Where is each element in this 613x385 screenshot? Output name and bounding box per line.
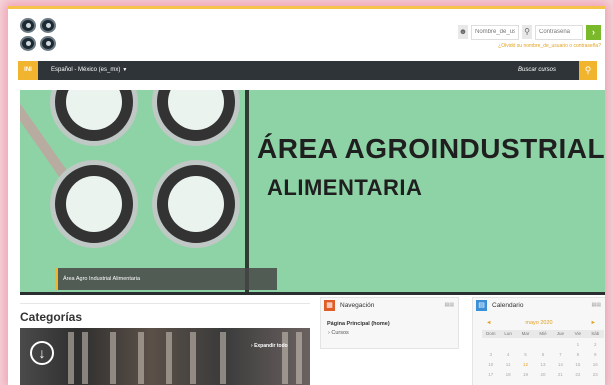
- calendar-day[interactable]: 19: [517, 371, 534, 379]
- banner-divider: [245, 90, 249, 292]
- calendar-day: [552, 341, 569, 349]
- calendar-day: [517, 341, 534, 349]
- calendar-day[interactable]: 7: [552, 351, 569, 359]
- calendar-block-header: ▤ Calendario ▤▤: [473, 298, 605, 313]
- magnifier-icon[interactable]: ⚲: [579, 61, 597, 80]
- calendar-day[interactable]: 5: [517, 351, 534, 359]
- login-submit-button[interactable]: ›: [586, 24, 601, 40]
- calendar-day[interactable]: 10: [482, 361, 499, 369]
- language-selector[interactable]: Español - México (es_mx) ▼: [51, 61, 127, 80]
- person-icon: ☻: [458, 25, 468, 39]
- calendar-day[interactable]: 17: [482, 371, 499, 379]
- password-input[interactable]: [535, 24, 583, 40]
- calendar-day[interactable]: 16: [587, 361, 604, 369]
- calendar-day: [482, 341, 499, 349]
- calendar-month-label: mayo 2020: [525, 320, 553, 326]
- page-frame: ☻ ⚲ › ¿Olvidó su nombre_de_usuario o con…: [8, 6, 605, 385]
- divider: [20, 303, 310, 304]
- calendar-day[interactable]: 8: [569, 351, 586, 359]
- logo-seal: [40, 36, 56, 51]
- sitemap-icon: ▦: [324, 300, 335, 311]
- banner-title: ÁREA AGROINDUSTRIAL: [257, 133, 605, 164]
- expand-all-label: Expandir todo: [254, 343, 288, 349]
- expand-all-link[interactable]: › Expandir todo: [251, 343, 288, 349]
- emblem-tree-seal: [152, 90, 240, 146]
- calendar-day: [499, 341, 516, 349]
- banner-bottom-bar: [20, 292, 605, 295]
- banner-caption[interactable]: Área Agro Industrial Alimentaria: [55, 268, 277, 290]
- calendar-block-title: Calendario: [492, 302, 524, 309]
- calendar-day[interactable]: 3: [482, 351, 499, 359]
- calendar-day[interactable]: 2: [587, 341, 604, 349]
- calendar-day[interactable]: 15: [569, 361, 586, 369]
- courses-label: Cursos: [331, 330, 349, 336]
- forgot-password-link[interactable]: ¿Olvidó su nombre_de_usuario o contraseñ…: [498, 43, 601, 49]
- calendar-weekday: Sáb: [591, 331, 600, 336]
- calendar-day[interactable]: 9: [587, 351, 604, 359]
- arrow-down-circle-icon[interactable]: ↓: [30, 341, 54, 365]
- calendar-next-button[interactable]: ►: [591, 320, 596, 326]
- calendar-weekday: Dom: [485, 331, 496, 336]
- top-accent-stripe: [8, 6, 605, 9]
- logo-seal: [20, 36, 36, 51]
- calendar-weekday: Vie: [574, 331, 582, 336]
- categories-image: ↓: [20, 328, 310, 385]
- calendar-day[interactable]: 13: [534, 361, 551, 369]
- calendar-weekday: Lun: [504, 331, 512, 336]
- logo-seal: [40, 18, 56, 33]
- key-icon: ⚲: [522, 25, 532, 39]
- calendar-day[interactable]: 1: [569, 341, 586, 349]
- calendar-day[interactable]: 23: [587, 371, 604, 379]
- navigation-block-title: Navegación: [340, 302, 375, 309]
- username-input[interactable]: [471, 24, 519, 40]
- calendar-day[interactable]: 21: [552, 371, 569, 379]
- hero-banner: ÁREA AGROINDUSTRIAL ALIMENTARIA Área Agr…: [20, 90, 605, 292]
- calendar-day[interactable]: 12: [517, 361, 534, 369]
- calendar-day-grid: 1 2 3 4 5 6 7 8 9 10 11 12 13 14 15 16 17 18 19 20 21 22 23: [482, 341, 604, 379]
- emblem-chef-seal: [50, 160, 138, 248]
- calendar-icon: ▤: [476, 300, 487, 311]
- calendar-weekday: Mié: [539, 331, 547, 336]
- categories-heading: Categorías: [20, 310, 83, 324]
- calendar-day[interactable]: 4: [499, 351, 516, 359]
- calendar-day[interactable]: 11: [499, 361, 516, 369]
- logo-seal: [20, 18, 36, 33]
- login-form: ☻ ⚲ ›: [458, 24, 601, 40]
- calendar-day[interactable]: 6: [534, 351, 551, 359]
- language-label: Español - México (es_mx): [51, 67, 121, 73]
- top-navbar: INI Español - México (es_mx) ▼ Buscar cur…: [18, 61, 597, 80]
- calendar-weekday: Jue: [556, 331, 565, 336]
- calendar-weekday: Mar: [521, 331, 530, 336]
- site-logo[interactable]: [20, 18, 60, 52]
- calendar-day[interactable]: 22: [569, 371, 586, 379]
- block-controls-icon[interactable]: ▤▤: [592, 302, 601, 308]
- emblem-flask-seal: [50, 90, 138, 146]
- courses-link[interactable]: › Cursos: [328, 330, 349, 336]
- calendar-day[interactable]: 14: [552, 361, 569, 369]
- calendar-day[interactable]: 20: [534, 371, 551, 379]
- nav-home-button[interactable]: INI: [18, 61, 38, 80]
- emblem-livestock-seal: [152, 160, 240, 248]
- calendar-block: ▤ Calendario ▤▤ ◄ mayo 2020 ► Dom Lun Mar M…: [472, 297, 605, 385]
- navigation-block: ▦ Navegación ▤▤ Página Principal (home) …: [320, 297, 459, 349]
- navigation-block-header: ▦ Navegación ▤▤: [321, 298, 458, 313]
- calendar-weekday-row: Dom Lun Mar Mié Jue Vie Sáb: [482, 330, 604, 338]
- calendar-day[interactable]: 18: [499, 371, 516, 379]
- caret-down-icon: ▼: [122, 67, 128, 73]
- block-controls-icon[interactable]: ▤▤: [445, 302, 454, 308]
- home-page-link[interactable]: Página Principal (home): [327, 321, 390, 327]
- banner-subtitle: ALIMENTARIA: [267, 175, 423, 200]
- calendar-day: [534, 341, 551, 349]
- course-search-input[interactable]: Buscar cursos: [513, 61, 580, 80]
